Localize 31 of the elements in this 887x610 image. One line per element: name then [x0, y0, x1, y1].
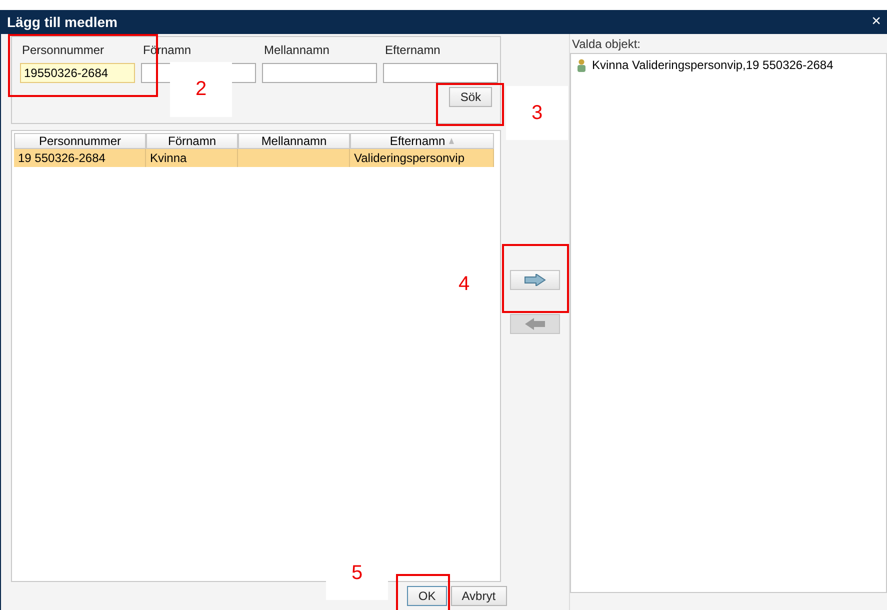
- table-cell[interactable]: 19 550326-2684: [14, 149, 146, 167]
- close-button[interactable]: ×: [872, 13, 881, 31]
- step-tooltip: 2: [170, 62, 232, 117]
- input-field[interactable]: [383, 63, 498, 83]
- highlight-frame: [502, 244, 569, 313]
- column-header[interactable]: Efternamn: [350, 133, 494, 149]
- sort-icon: [449, 138, 454, 144]
- highlight-frame: [436, 83, 504, 126]
- search-button[interactable]: Sök: [449, 87, 492, 107]
- list-item[interactable]: Kvinna Valideringspersonvip,19 550326-2684: [592, 58, 834, 72]
- field-label: Efternamn: [384, 43, 442, 57]
- field-label: Mellannamn: [263, 43, 330, 57]
- add-button[interactable]: [510, 270, 560, 290]
- ok-button[interactable]: OK: [407, 586, 447, 606]
- right-arrow-icon: [524, 274, 546, 286]
- input-field[interactable]: [262, 63, 377, 83]
- left-arrow-icon: [524, 318, 546, 330]
- column-header[interactable]: Personnummer: [14, 133, 146, 149]
- highlight-frame: [396, 574, 450, 610]
- step-tooltip: 3: [506, 86, 568, 140]
- panel-label: Valda objekt:: [572, 37, 642, 51]
- input-field[interactable]: 19550326-2684: [20, 63, 135, 83]
- cancel-button[interactable]: Avbryt: [450, 586, 507, 606]
- window-title: Lägg till medlem: [7, 14, 118, 30]
- table-cell[interactable]: [238, 149, 350, 167]
- table-cell[interactable]: Valideringspersonvip: [350, 149, 494, 167]
- table-cell[interactable]: Kvinna: [146, 149, 238, 167]
- person-icon: [577, 58, 586, 72]
- field-label: Personnummer: [21, 43, 106, 57]
- column-header[interactable]: Förnamn: [146, 133, 238, 149]
- column-header[interactable]: Mellannamn: [238, 133, 350, 149]
